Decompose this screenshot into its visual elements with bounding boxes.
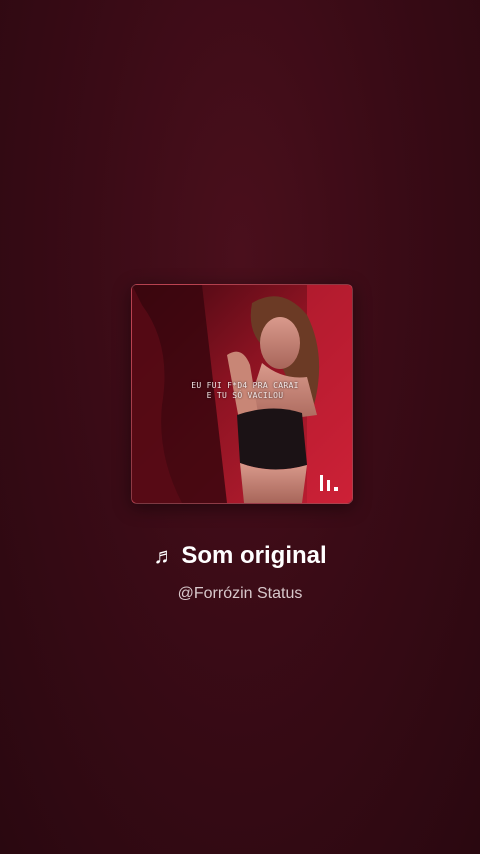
caption-line-2: E TU SÓ VACILOU: [206, 391, 284, 400]
audio-page: EU FUI F*D4 PRA CARAI E TU SÓ VACILOU ♬ S…: [0, 0, 480, 854]
cover-caption: EU FUI F*D4 PRA CARAI E TU SÓ VACILOU: [190, 381, 300, 401]
audio-title-text: Som original: [181, 542, 327, 569]
audio-title: ♬ Som original: [0, 538, 480, 574]
caption-line-1: EU FUI F*D4 PRA CARAI: [191, 381, 299, 390]
album-cover[interactable]: EU FUI F*D4 PRA CARAI E TU SÓ VACILOU: [131, 284, 353, 504]
bars-logo-icon: [320, 475, 338, 491]
audio-author-link[interactable]: @Forrózin Status: [0, 583, 480, 605]
music-note-icon: ♬: [153, 543, 176, 568]
